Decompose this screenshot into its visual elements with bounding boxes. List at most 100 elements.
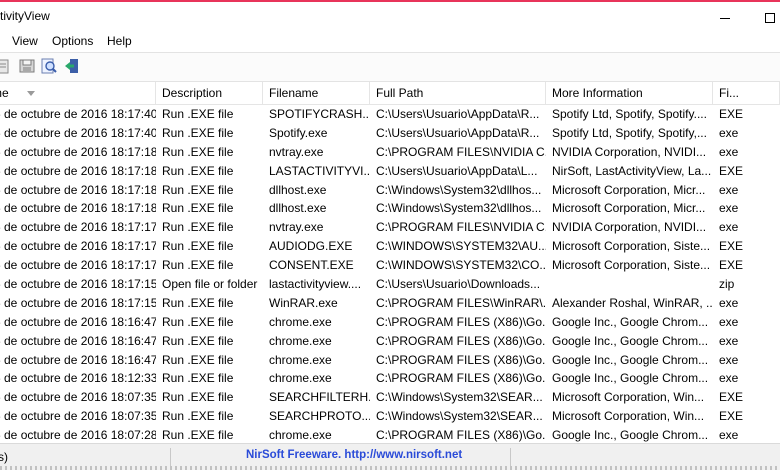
- exit-button[interactable]: [63, 57, 81, 75]
- cell-filename: SEARCHFILTERH...: [269, 390, 370, 405]
- cell-action-time: 6 de octubre de 2016 18:17:17: [0, 258, 156, 273]
- table-body: 6 de octubre de 2016 18:17:40 Run .EXE fi…: [0, 105, 780, 443]
- cell-filename: nvtray.exe: [269, 144, 324, 159]
- table-row[interactable]: 6 de octubre de 2016 18:07:35 Run .EXE fi…: [0, 407, 780, 426]
- window-title: ctivityView: [0, 9, 50, 23]
- table-row[interactable]: 6 de octubre de 2016 18:17:18 Run .EXE fi…: [0, 199, 780, 218]
- cell-full-path: C:\PROGRAM FILES (X86)\Go...: [376, 428, 546, 443]
- cell-action-time: 6 de octubre de 2016 18:16:47: [0, 314, 156, 329]
- save-icon: [19, 59, 35, 73]
- table-row[interactable]: 6 de octubre de 2016 18:17:15 Open file o…: [0, 275, 780, 294]
- cell-description: Run .EXE file: [162, 163, 234, 178]
- cell-action-time: 6 de octubre de 2016 18:17:40: [0, 107, 156, 121]
- cell-more-information: Google Inc., Google Chrom...: [552, 371, 709, 386]
- sort-descending-icon: [27, 91, 35, 96]
- cell-full-path: C:\PROGRAM FILES\NVIDIA C...: [376, 144, 546, 159]
- cell-full-path: C:\Windows\System32\SEAR...: [376, 409, 543, 424]
- column-header-label: Full Path: [376, 86, 424, 100]
- minimize-icon: [720, 18, 730, 19]
- toolbar: [0, 52, 780, 82]
- cell-full-path: C:\PROGRAM FILES (X86)\Go...: [376, 352, 546, 367]
- table-row[interactable]: 6 de octubre de 2016 18:12:33 Run .EXE fi…: [0, 369, 780, 388]
- cell-file-extension: EXE: [719, 258, 744, 273]
- cell-more-information: Google Inc., Google Chrom...: [552, 352, 709, 367]
- cell-action-time: 6 de octubre de 2016 18:17:17: [0, 239, 156, 254]
- minimize-button[interactable]: [705, 4, 745, 30]
- cell-file-extension: exe: [719, 182, 739, 197]
- table-row[interactable]: 6 de octubre de 2016 18:17:40 Run .EXE fi…: [0, 124, 780, 143]
- table-row[interactable]: 6 de octubre de 2016 18:16:47 Run .EXE fi…: [0, 351, 780, 370]
- menu-view[interactable]: View: [12, 34, 38, 48]
- column-header-action-time[interactable]: me: [0, 82, 156, 104]
- column-header-full-path[interactable]: Full Path: [370, 82, 546, 104]
- column-header-more-information[interactable]: More Information: [546, 82, 713, 104]
- cell-full-path: C:\Users\Usuario\AppData\R...: [376, 125, 540, 140]
- cell-description: Run .EXE file: [162, 333, 234, 348]
- table-row[interactable]: 6 de octubre de 2016 18:16:47 Run .EXE fi…: [0, 332, 780, 351]
- cell-full-path: C:\Windows\System32\SEAR...: [376, 390, 543, 405]
- table-row[interactable]: 6 de octubre de 2016 18:07:28 Run .EXE fi…: [0, 426, 780, 443]
- cell-more-information: Google Inc., Google Chrom...: [552, 333, 709, 348]
- cell-action-time: 6 de octubre de 2016 18:17:18: [0, 144, 156, 159]
- table-row[interactable]: 6 de octubre de 2016 18:17:40 Run .EXE fi…: [0, 105, 780, 124]
- cell-action-time: 6 de octubre de 2016 18:17:15: [0, 295, 156, 310]
- maximize-button[interactable]: [750, 4, 780, 30]
- activity-table[interactable]: me Description Filename Full Path More I…: [0, 82, 780, 443]
- cell-filename: WinRAR.exe: [269, 295, 338, 310]
- cell-full-path: C:\Users\Usuario\AppData\R...: [376, 107, 540, 121]
- column-header-description[interactable]: Description: [156, 82, 263, 104]
- cell-file-extension: exe: [719, 201, 739, 216]
- properties-button[interactable]: [0, 57, 12, 75]
- title-bar[interactable]: ctivityView: [0, 2, 780, 30]
- table-row[interactable]: 6 de octubre de 2016 18:17:18 Run .EXE fi…: [0, 162, 780, 181]
- nirsoft-link[interactable]: NirSoft Freeware. http://www.nirsoft.net: [246, 449, 462, 461]
- cell-action-time: 6 de octubre de 2016 18:07:35: [0, 409, 156, 424]
- app-window: ctivityView View Options Help: [0, 0, 780, 470]
- cell-full-path: C:\PROGRAM FILES (X86)\Go...: [376, 314, 546, 329]
- table-row[interactable]: 6 de octubre de 2016 18:07:35 Run .EXE fi…: [0, 388, 780, 407]
- cell-more-information: NVIDIA Corporation, NVIDI...: [552, 144, 707, 159]
- cell-description: Run .EXE file: [162, 428, 234, 443]
- cell-file-extension: exe: [719, 352, 739, 367]
- cell-file-extension: exe: [719, 144, 739, 159]
- cell-description: Run .EXE file: [162, 201, 234, 216]
- cell-action-time: 6 de octubre de 2016 18:07:35: [0, 390, 156, 405]
- table-row[interactable]: 6 de octubre de 2016 18:17:18 Run .EXE fi…: [0, 143, 780, 162]
- cell-action-time: 6 de octubre de 2016 18:17:18: [0, 163, 156, 178]
- column-header-label: Description: [162, 86, 223, 100]
- cell-description: Run .EXE file: [162, 107, 234, 121]
- cell-description: Run .EXE file: [162, 125, 234, 140]
- table-row[interactable]: 6 de octubre de 2016 18:17:17 Run .EXE fi…: [0, 237, 780, 256]
- cell-file-extension: exe: [719, 220, 739, 235]
- table-row[interactable]: 6 de octubre de 2016 18:17:18 Run .EXE fi…: [0, 181, 780, 200]
- table-header: me Description Filename Full Path More I…: [0, 82, 780, 105]
- table-row[interactable]: 6 de octubre de 2016 18:17:17 Run .EXE fi…: [0, 256, 780, 275]
- cell-filename: Spotify.exe: [269, 125, 328, 140]
- table-row[interactable]: 6 de octubre de 2016 18:17:17 Run .EXE fi…: [0, 218, 780, 237]
- find-button[interactable]: [40, 57, 58, 75]
- column-header-filename[interactable]: Filename: [263, 82, 370, 104]
- properties-icon: [0, 59, 9, 74]
- column-header-file-extension[interactable]: Fi...: [713, 82, 780, 104]
- menu-help[interactable]: Help: [107, 34, 132, 48]
- save-button[interactable]: [18, 57, 36, 75]
- cell-file-extension: EXE: [719, 239, 744, 254]
- cell-filename: LASTACTIVITYVI...: [269, 163, 370, 178]
- cell-file-extension: exe: [719, 295, 739, 310]
- cell-file-extension: exe: [719, 314, 739, 329]
- cell-action-time: 6 de octubre de 2016 18:17:17: [0, 220, 156, 235]
- table-row[interactable]: 6 de octubre de 2016 18:17:15 Run .EXE fi…: [0, 294, 780, 313]
- cell-action-time: 6 de octubre de 2016 18:17:18: [0, 201, 156, 216]
- cell-description: Open file or folder: [162, 277, 258, 292]
- cell-description: Run .EXE file: [162, 352, 234, 367]
- status-divider: [170, 448, 171, 466]
- cell-full-path: C:\Windows\System32\dllhos...: [376, 201, 542, 216]
- cell-description: Run .EXE file: [162, 295, 234, 310]
- table-row[interactable]: 6 de octubre de 2016 18:16:47 Run .EXE fi…: [0, 313, 780, 332]
- cell-full-path: C:\PROGRAM FILES (X86)\Go...: [376, 333, 546, 348]
- cell-more-information: [546, 275, 713, 294]
- cell-more-information: Google Inc., Google Chrom...: [552, 428, 709, 443]
- menu-options[interactable]: Options: [52, 34, 93, 48]
- cell-full-path: C:\WINDOWS\SYSTEM32\AU...: [376, 239, 546, 254]
- status-divider: [510, 448, 511, 466]
